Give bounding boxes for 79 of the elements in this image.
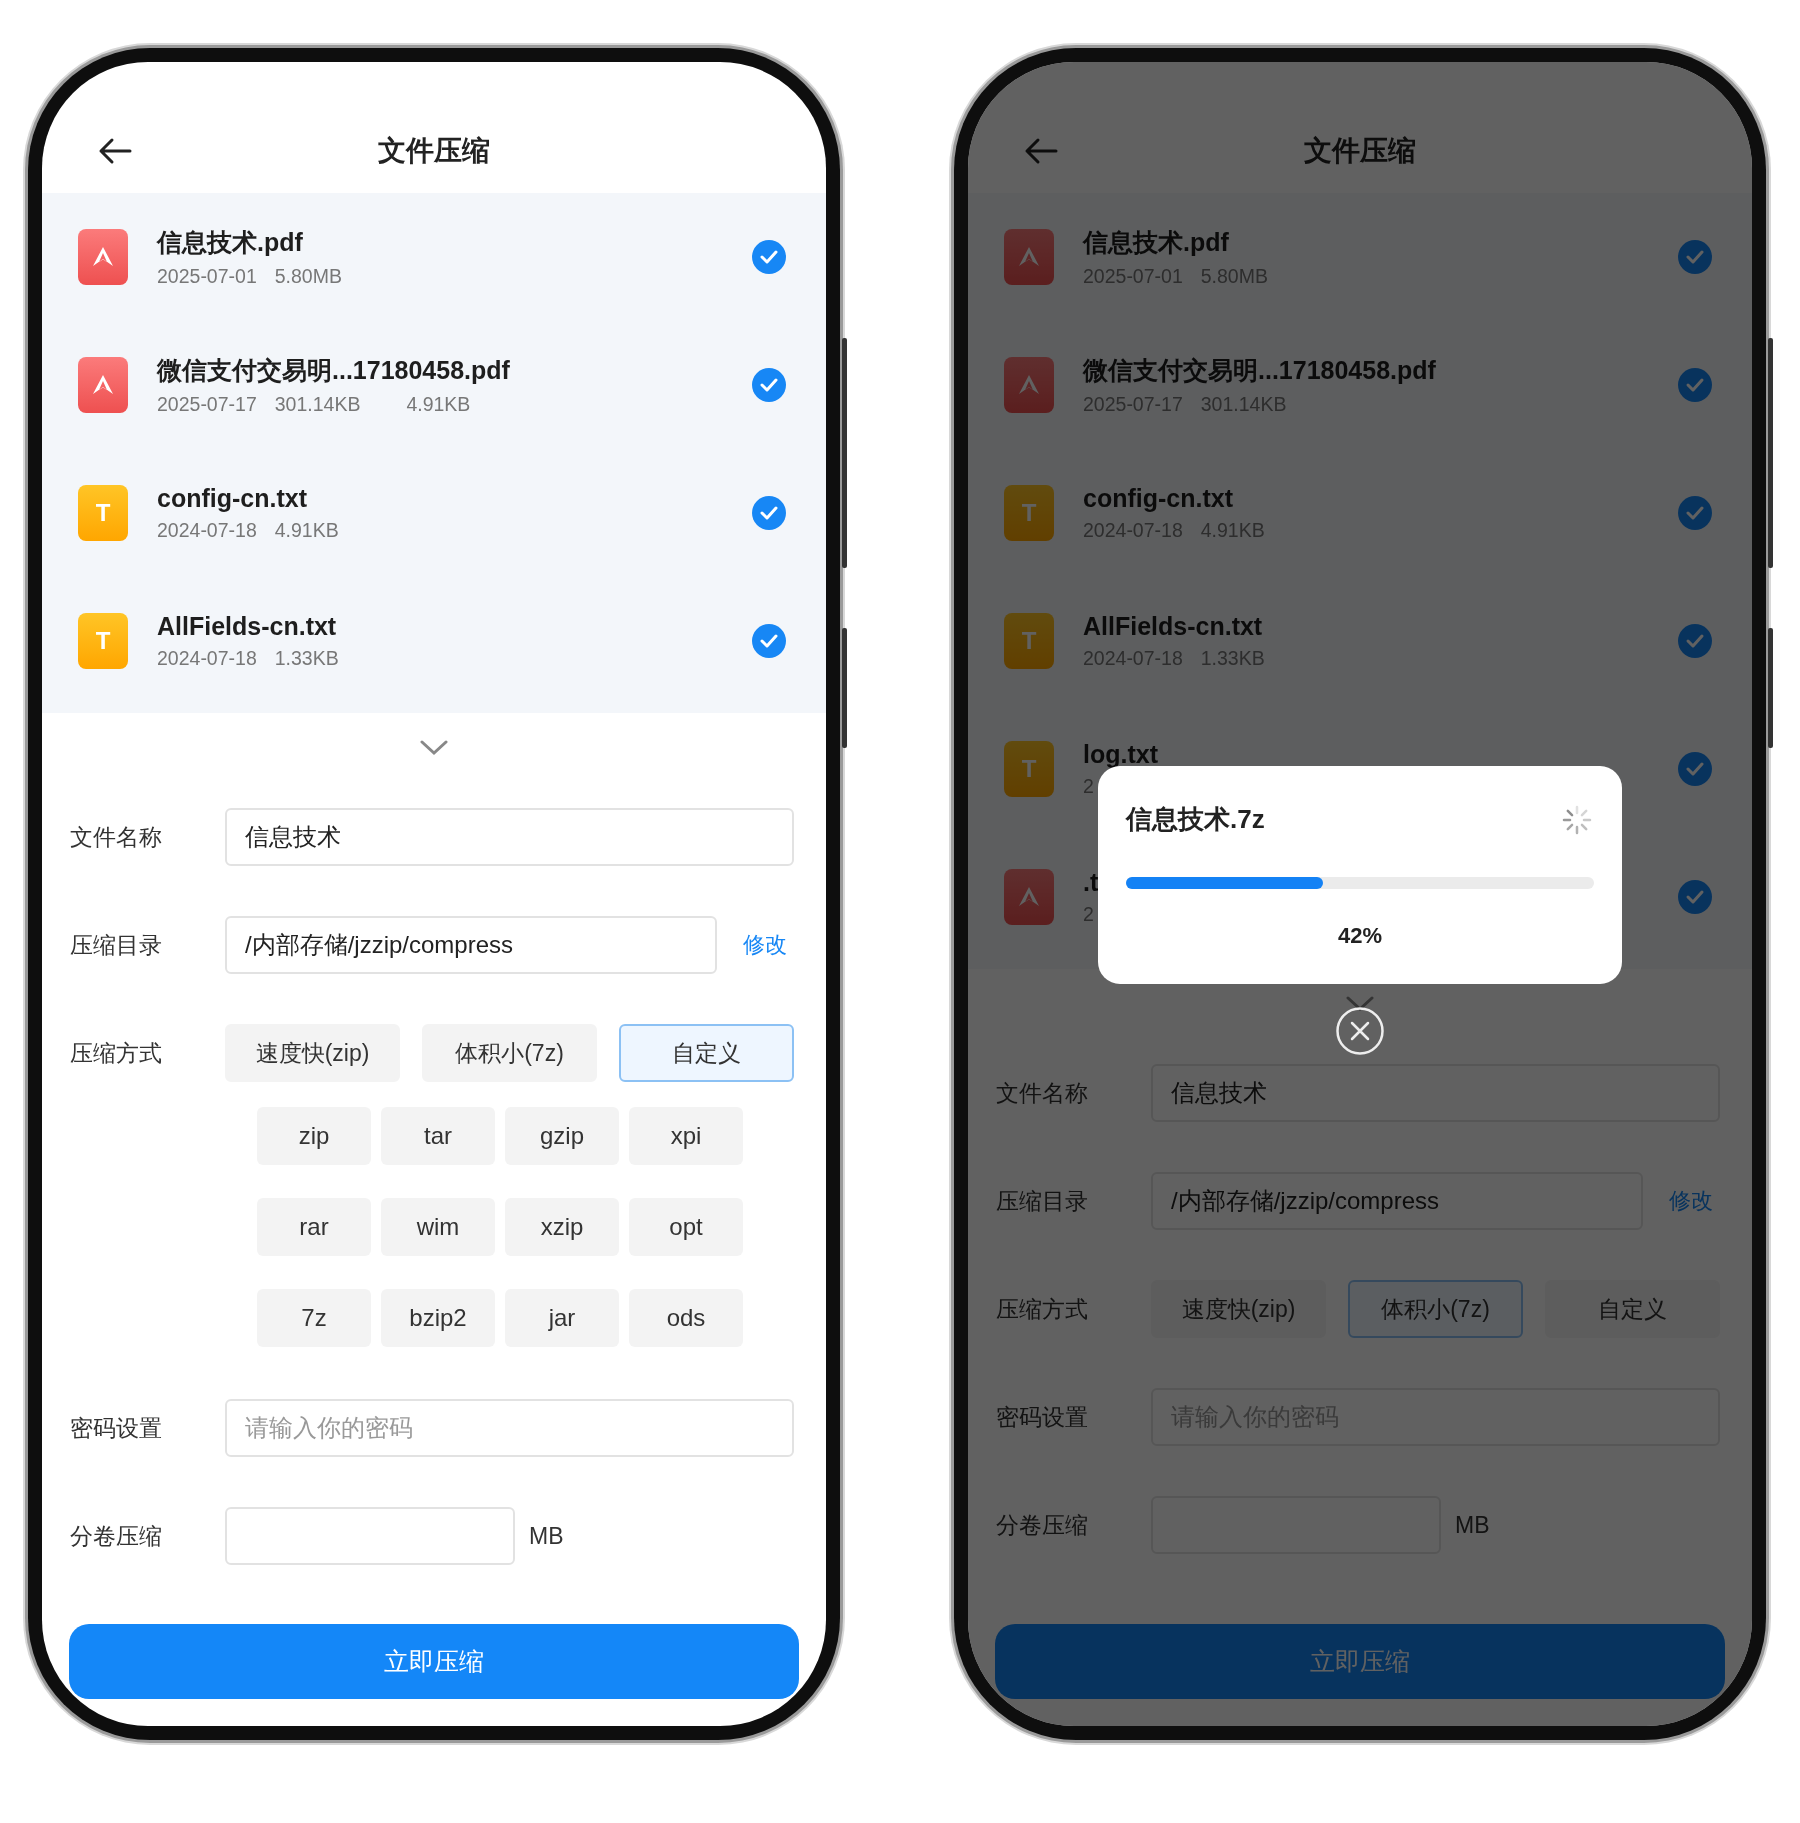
field-label: 压缩目录 [996,1186,1089,1216]
unit-label: MB [1455,1511,1490,1539]
format-option[interactable]: tar [381,1107,495,1165]
field-label: 压缩方式 [70,1038,163,1068]
method-option[interactable]: 速度快(zip) [225,1024,400,1082]
file-name: AllFields-cn.txt [157,612,337,641]
file-meta: 2025-07-01 [157,265,257,288]
file-meta: 5.80MB [274,265,342,288]
format-option[interactable]: jar [505,1289,619,1347]
pdf-file-icon [78,229,128,285]
text-file-icon: T [78,613,128,669]
file-name: config-cn.txt [157,484,307,513]
format-option[interactable]: xpi [629,1107,743,1165]
text-file-icon: T [1004,485,1054,541]
file-meta: 1.33KB [274,647,339,670]
field-label: 文件名称 [996,1078,1089,1108]
field-label: 文件名称 [70,822,163,852]
file-name: AllFields-cn.txt [1083,612,1263,641]
format-option[interactable]: ods [629,1289,743,1347]
modify-link[interactable]: 修改 [743,930,787,960]
format-option[interactable]: rar [257,1198,371,1256]
pdf-file-icon [1004,869,1054,925]
checkbox[interactable] [752,624,786,658]
page-title: 文件压缩 [378,133,490,168]
field-label: 分卷压缩 [996,1510,1089,1540]
field-label: 密码设置 [70,1413,163,1443]
file-meta: 2024-07-18 [157,519,257,542]
checkbox[interactable] [752,368,786,402]
file-name: config-cn.txt [1083,484,1233,513]
unit-label: MB [529,1522,564,1550]
text-file-icon: T [78,485,128,541]
input-field[interactable] [225,1507,515,1565]
file-name: 微信支付交易明...17180458.pdf [157,355,510,386]
text-file-icon: T [1004,741,1054,797]
file-meta: 301.14KB [274,393,361,416]
chevron-down-icon[interactable] [1346,996,1374,1012]
text-file-icon: T [1004,613,1054,669]
checkbox[interactable] [752,496,786,530]
field-label: 密码设置 [996,1402,1089,1432]
checkbox[interactable] [1678,240,1712,274]
file-name: 微信支付交易明...17180458.pdf [1083,355,1436,386]
page-title: 文件压缩 [1304,133,1416,168]
file-meta: 2025-07-17 [157,393,257,416]
file-name: 信息技术.pdf [157,227,303,258]
checkbox[interactable] [1678,752,1712,786]
file-meta: 4.91KB [274,519,339,542]
checkbox[interactable] [1678,496,1712,530]
back-arrow-icon[interactable] [98,136,132,165]
file-name: log.txt [1083,740,1158,769]
compress-button[interactable]: 立即压缩 [69,1624,799,1699]
method-option[interactable]: 自定义 [619,1024,794,1082]
file-meta: 2024-07-18 [157,647,257,670]
checkbox[interactable] [1678,624,1712,658]
field-label: 压缩方式 [996,1294,1089,1324]
format-option[interactable]: opt [629,1198,743,1256]
format-option[interactable]: zip [257,1107,371,1165]
checkbox[interactable] [752,240,786,274]
progress-percent: 42% [1336,923,1383,949]
close-icon[interactable] [1335,1006,1385,1056]
format-option[interactable]: wim [381,1198,495,1256]
file-meta: 4.91KB [406,393,471,416]
format-option[interactable]: gzip [505,1107,619,1165]
method-option[interactable]: 体积小(7z) [422,1024,597,1082]
format-option[interactable]: xzip [505,1198,619,1256]
input-field[interactable]: /内部存储/jzzip/compress [225,916,717,974]
pdf-file-icon [1004,357,1054,413]
checkbox[interactable] [1678,368,1712,402]
password-field[interactable]: 请输入你的密码 [225,1399,794,1457]
field-label: 分卷压缩 [70,1521,163,1551]
pdf-file-icon [1004,229,1054,285]
file-name: 信息技术.pdf [1083,227,1229,258]
dialog-title: 信息技术.7z [1126,803,1265,836]
field-label: 压缩目录 [70,930,163,960]
checkbox[interactable] [1678,880,1712,914]
file-name: .t [1083,868,1099,897]
format-option[interactable]: 7z [257,1289,371,1347]
format-option[interactable]: bzip2 [381,1289,495,1347]
pdf-file-icon [78,357,128,413]
input-field[interactable]: 信息技术 [225,808,794,866]
